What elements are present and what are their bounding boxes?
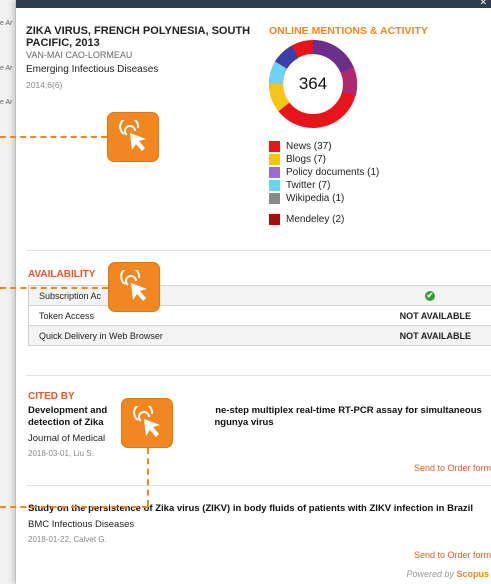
mendeley-swatch [269,213,280,225]
citation-title-part: detection of Zika [28,417,104,428]
legend-label: News (37) [286,140,332,152]
legend-label: Mendeley (2) [286,213,345,225]
availability-table: Subscription Ac ✔ Token Access NOT AVAIL… [28,285,491,346]
citation-date: 2018-01-22, Calvet G. [28,535,107,544]
close-icon[interactable]: ✕ [479,0,487,8]
legend-label: Twitter (7) [286,179,331,191]
citation-journal: Journal of Medical [28,433,106,444]
send-to-order-form-link[interactable]: Send to Order form [414,550,491,560]
citation-title-part: Development and [28,405,108,416]
divider [26,250,491,251]
guide-line [0,287,108,289]
divider [26,375,491,376]
send-to-order-form-link[interactable]: Send to Order form [414,463,491,473]
online-mentions-title: ONLINE MENTIONS & ACTIVITY [269,25,428,37]
panel-top-bar: ✕ [16,0,491,8]
legend-label: Policy documents (1) [286,166,380,178]
powered-by-scopus: Powered by Scopus [406,569,489,579]
divider [26,485,491,486]
legend-label: Wikipedia (1) [286,192,345,204]
legend-item-twitter: Twitter (7) [269,179,379,191]
blogs-swatch [269,153,280,165]
article-journal: Emerging Infectious Diseases [26,64,159,75]
click-cursor-icon [133,406,160,437]
citation-journal: BMC Infectious Diseases [28,519,135,530]
altmetric-donut[interactable]: 364 [268,40,358,128]
guide-line [0,136,107,138]
click-hint-callout [108,262,160,312]
availability-status: ✔ [327,285,491,306]
availability-row-token: Token Access NOT AVAILABLE [28,305,491,326]
availability-status: NOT AVAILABLE [327,325,491,346]
check-icon: ✔ [425,291,435,301]
legend-item-wikipedia: Wikipedia (1) [269,192,379,204]
article-author: VAN-MAI CAO-LORMEAU [26,50,133,60]
click-hint-callout [121,398,173,448]
background-page-strip: e Ar e Ar e Ar [0,0,16,584]
article-detail-panel: ✕ ZIKA VIRUS, FRENCH POLYNESIA, SOUTH PA… [16,0,491,584]
background-text: e Ar [0,65,13,72]
guide-line [147,448,149,506]
click-cursor-icon [120,270,147,301]
availability-label: Quick Delivery in Web Browser [28,325,328,346]
guide-line [0,506,148,508]
legend-item-policy: Policy documents (1) [269,166,379,178]
legend-item-news: News (37) [269,140,379,152]
citation-title[interactable]: Development and ne-step multiplex real-ti… [28,405,491,416]
click-hint-callout [107,112,159,162]
citation-title-part: ngunya virus [214,417,274,428]
availability-label: Token Access [28,305,328,326]
legend-item-blogs: Blogs (7) [269,153,379,165]
article-title: ZIKA VIRUS, FRENCH POLYNESIA, SOUTH PACI… [26,25,251,49]
news-swatch [269,140,280,152]
citation-date: 2018-03-01, Liu S. [28,449,94,458]
click-cursor-icon [119,120,146,151]
powered-by-label: Powered by [406,569,454,579]
scopus-logo: Scopus [456,569,489,579]
legend-label: Blogs (7) [286,153,327,165]
legend-item-mendeley: Mendeley (2) [269,213,379,225]
citation-title[interactable]: Study on the persistence of Zika virus (… [28,503,491,514]
wikipedia-swatch [269,192,280,204]
availability-row-quick-delivery: Quick Delivery in Web Browser NOT AVAILA… [28,325,491,346]
policy-swatch [269,166,280,178]
citation-title-line2[interactable]: detection of Zika ngunya virus [28,417,491,428]
availability-title: AVAILABILITY [28,269,96,280]
citation-title-part: ne-step multiplex real-time RT-PCR assay… [215,405,482,416]
altmetric-score: 364 [298,74,328,93]
background-text: e Ar [0,20,13,27]
mentions-legend: News (37) Blogs (7) Policy documents (1)… [269,140,379,226]
background-text: e Ar [0,99,13,106]
twitter-swatch [269,179,280,191]
cited-by-title: CITED BY [28,391,75,402]
article-date: 2014;6(6) [26,80,63,90]
availability-status: NOT AVAILABLE [327,305,491,326]
